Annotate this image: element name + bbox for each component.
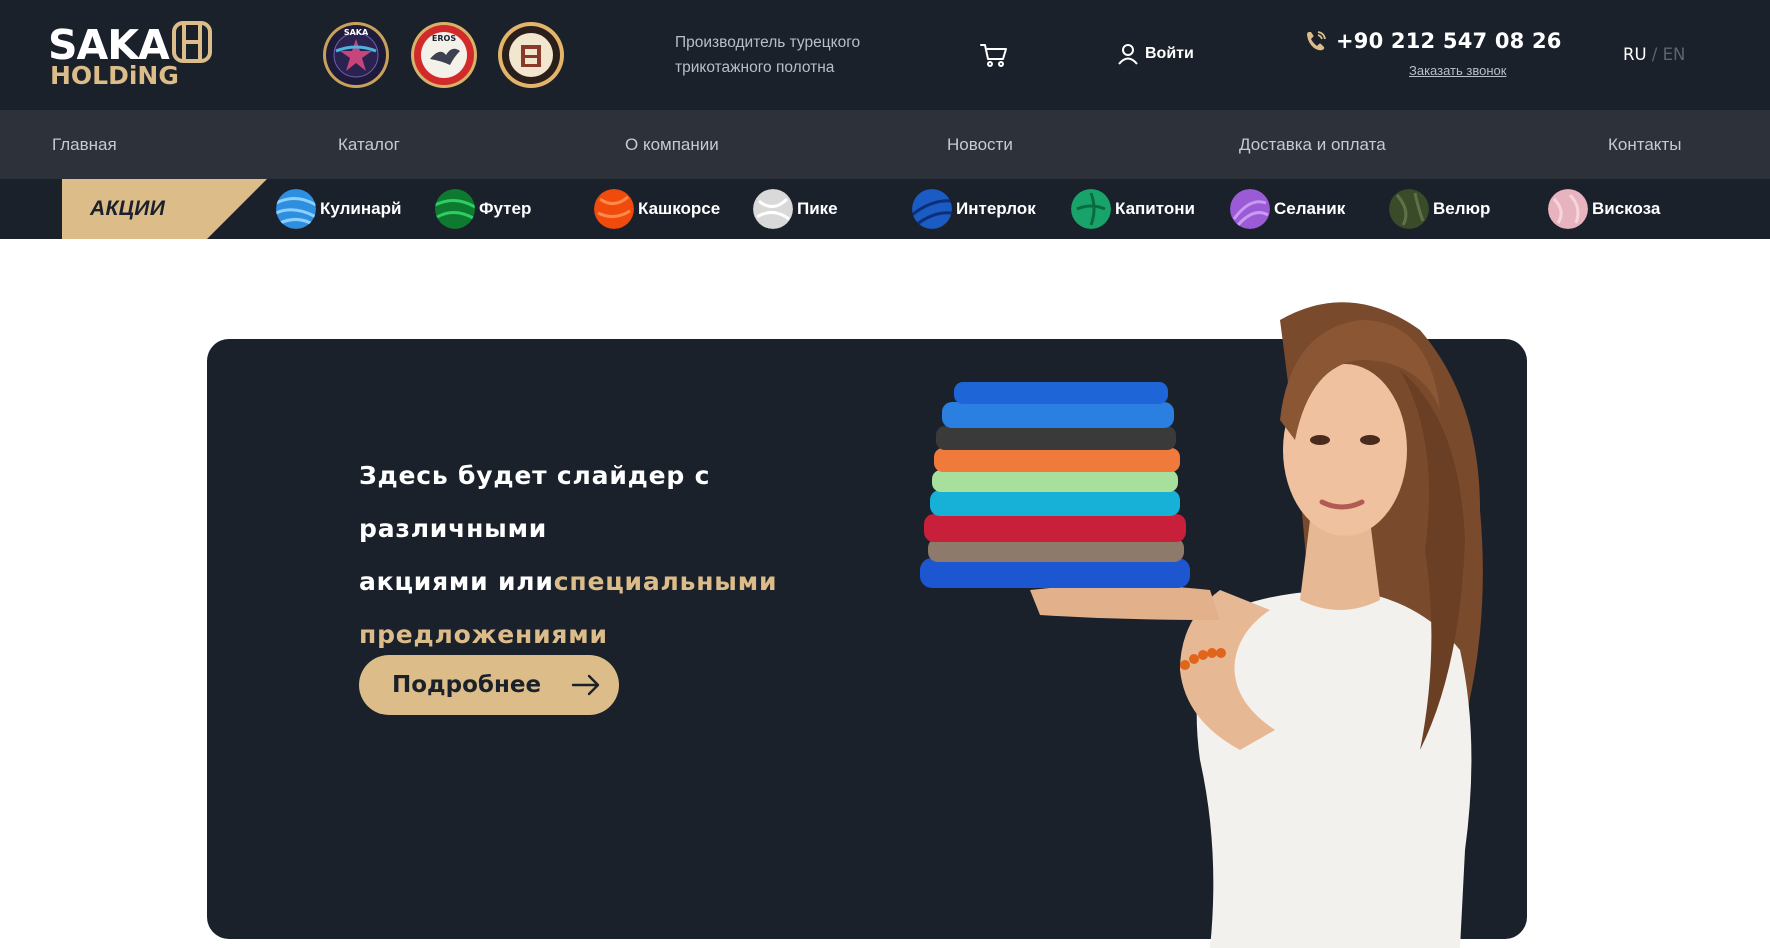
category-kapitoni[interactable]: Капитони: [1071, 189, 1195, 229]
saka-emblem-text: SAKA: [344, 28, 369, 37]
eros-emblem-icon: EROS: [411, 22, 477, 88]
promo-tab[interactable]: АКЦИИ: [62, 179, 267, 239]
category-velyur[interactable]: Велюр: [1389, 189, 1490, 229]
hero-line2-white: акциями или: [359, 567, 554, 596]
eros-emblem-badge[interactable]: EROS: [410, 21, 478, 89]
category-label: Футер: [479, 199, 532, 218]
saka-tekstil-emblem-badge[interactable]: [497, 21, 565, 89]
category-label: Пике: [797, 199, 838, 218]
hero-line1: Здесь будет слайдер с различными: [359, 461, 711, 543]
tagline-line2: трикотажного полотна: [675, 59, 835, 76]
category-label: Кашкорсе: [638, 199, 721, 218]
saka-emblem-icon: SAKA: [323, 22, 389, 88]
logo-line1: SAKA: [48, 21, 170, 69]
lang-separator: /: [1646, 45, 1663, 64]
fabric-swatch-icon: [1071, 189, 1111, 229]
phone-number-link[interactable]: +90 212 547 08 26: [1336, 26, 1562, 56]
nav-item-catalog[interactable]: Каталог: [338, 110, 400, 179]
nav-item-about[interactable]: О компании: [625, 110, 719, 179]
login-label: Войти: [1145, 45, 1194, 62]
saka-tekstil-emblem-icon: [498, 22, 564, 88]
company-tagline: Производитель турецкого трикотажного пол…: [675, 30, 895, 80]
lang-en[interactable]: EN: [1663, 45, 1686, 64]
request-callback-link[interactable]: Заказать звонок: [1409, 62, 1506, 80]
category-label: Капитони: [1115, 199, 1195, 218]
fabric-swatch-icon: [435, 189, 475, 229]
category-kulinar[interactable]: Кулинарй: [276, 189, 401, 229]
cart-icon: [980, 44, 1007, 67]
tagline-line1: Производитель турецкого: [675, 34, 861, 51]
fabric-swatch-icon: [1389, 189, 1429, 229]
fabric-swatch-icon: [912, 189, 952, 229]
cart-button[interactable]: [979, 40, 1009, 70]
main-navigation: Главная Каталог О компании Новости Доста…: [0, 110, 1770, 179]
logo-monogram-icon: [172, 21, 212, 63]
fabric-swatch-icon: [753, 189, 793, 229]
saka-emblem-badge[interactable]: SAKA: [322, 21, 390, 89]
category-viskoza[interactable]: Вискоза: [1548, 189, 1660, 229]
category-label: Интерлок: [956, 199, 1036, 218]
lang-ru[interactable]: RU: [1623, 45, 1647, 64]
hero-model-image: [880, 290, 1520, 948]
woman-holding-fabric-stack-image: [920, 302, 1483, 948]
category-kashkorse[interactable]: Кашкорсе: [594, 189, 720, 229]
category-futer[interactable]: Футер: [435, 189, 531, 229]
saka-holding-logo[interactable]: SAKA HOLDiNG: [48, 17, 212, 93]
hero-line3-gold: предложениями: [359, 620, 608, 649]
top-header: SAKA HOLDiNG SAKA EROS Производитель тур…: [0, 0, 1770, 110]
category-label: Кулинарй: [320, 199, 402, 218]
arrow-right-icon: [571, 674, 600, 696]
category-strip: АКЦИИ Кулинарй Футер Кашкорсе Пике Интер…: [0, 179, 1770, 239]
category-selanik[interactable]: Селаник: [1230, 189, 1345, 229]
user-icon: [1118, 44, 1138, 65]
category-label: Велюр: [1433, 199, 1491, 218]
nav-item-delivery[interactable]: Доставка и оплата: [1239, 110, 1386, 179]
nav-item-home[interactable]: Главная: [52, 110, 117, 179]
phone-block: +90 212 547 08 26 Заказать звонок: [1304, 26, 1562, 78]
category-interlok[interactable]: Интерлок: [912, 189, 1036, 229]
fabric-swatch-icon: [276, 189, 316, 229]
more-details-label: Подробнее: [392, 672, 542, 698]
fabric-swatch-icon: [1548, 189, 1588, 229]
category-label: Селаник: [1274, 199, 1346, 218]
nav-item-contacts[interactable]: Контакты: [1608, 110, 1681, 179]
language-switcher: RU / EN: [1623, 44, 1685, 66]
logo-line2: HOLDiNG: [50, 61, 179, 90]
fabric-swatch-icon: [594, 189, 634, 229]
more-details-button[interactable]: Подробнее: [359, 655, 619, 715]
hero-headline: Здесь будет слайдер с различными акциями…: [359, 449, 879, 661]
fabric-swatch-icon: [1230, 189, 1270, 229]
nav-item-news[interactable]: Новости: [947, 110, 1013, 179]
category-label: Вискоза: [1592, 199, 1661, 218]
promo-label: АКЦИИ: [90, 197, 166, 220]
category-pike[interactable]: Пике: [753, 189, 838, 229]
eros-emblem-text: EROS: [432, 34, 456, 43]
login-button[interactable]: Войти: [1117, 42, 1194, 66]
phone-icon: [1307, 31, 1326, 51]
hero-line2-gold: специальными: [553, 567, 778, 596]
